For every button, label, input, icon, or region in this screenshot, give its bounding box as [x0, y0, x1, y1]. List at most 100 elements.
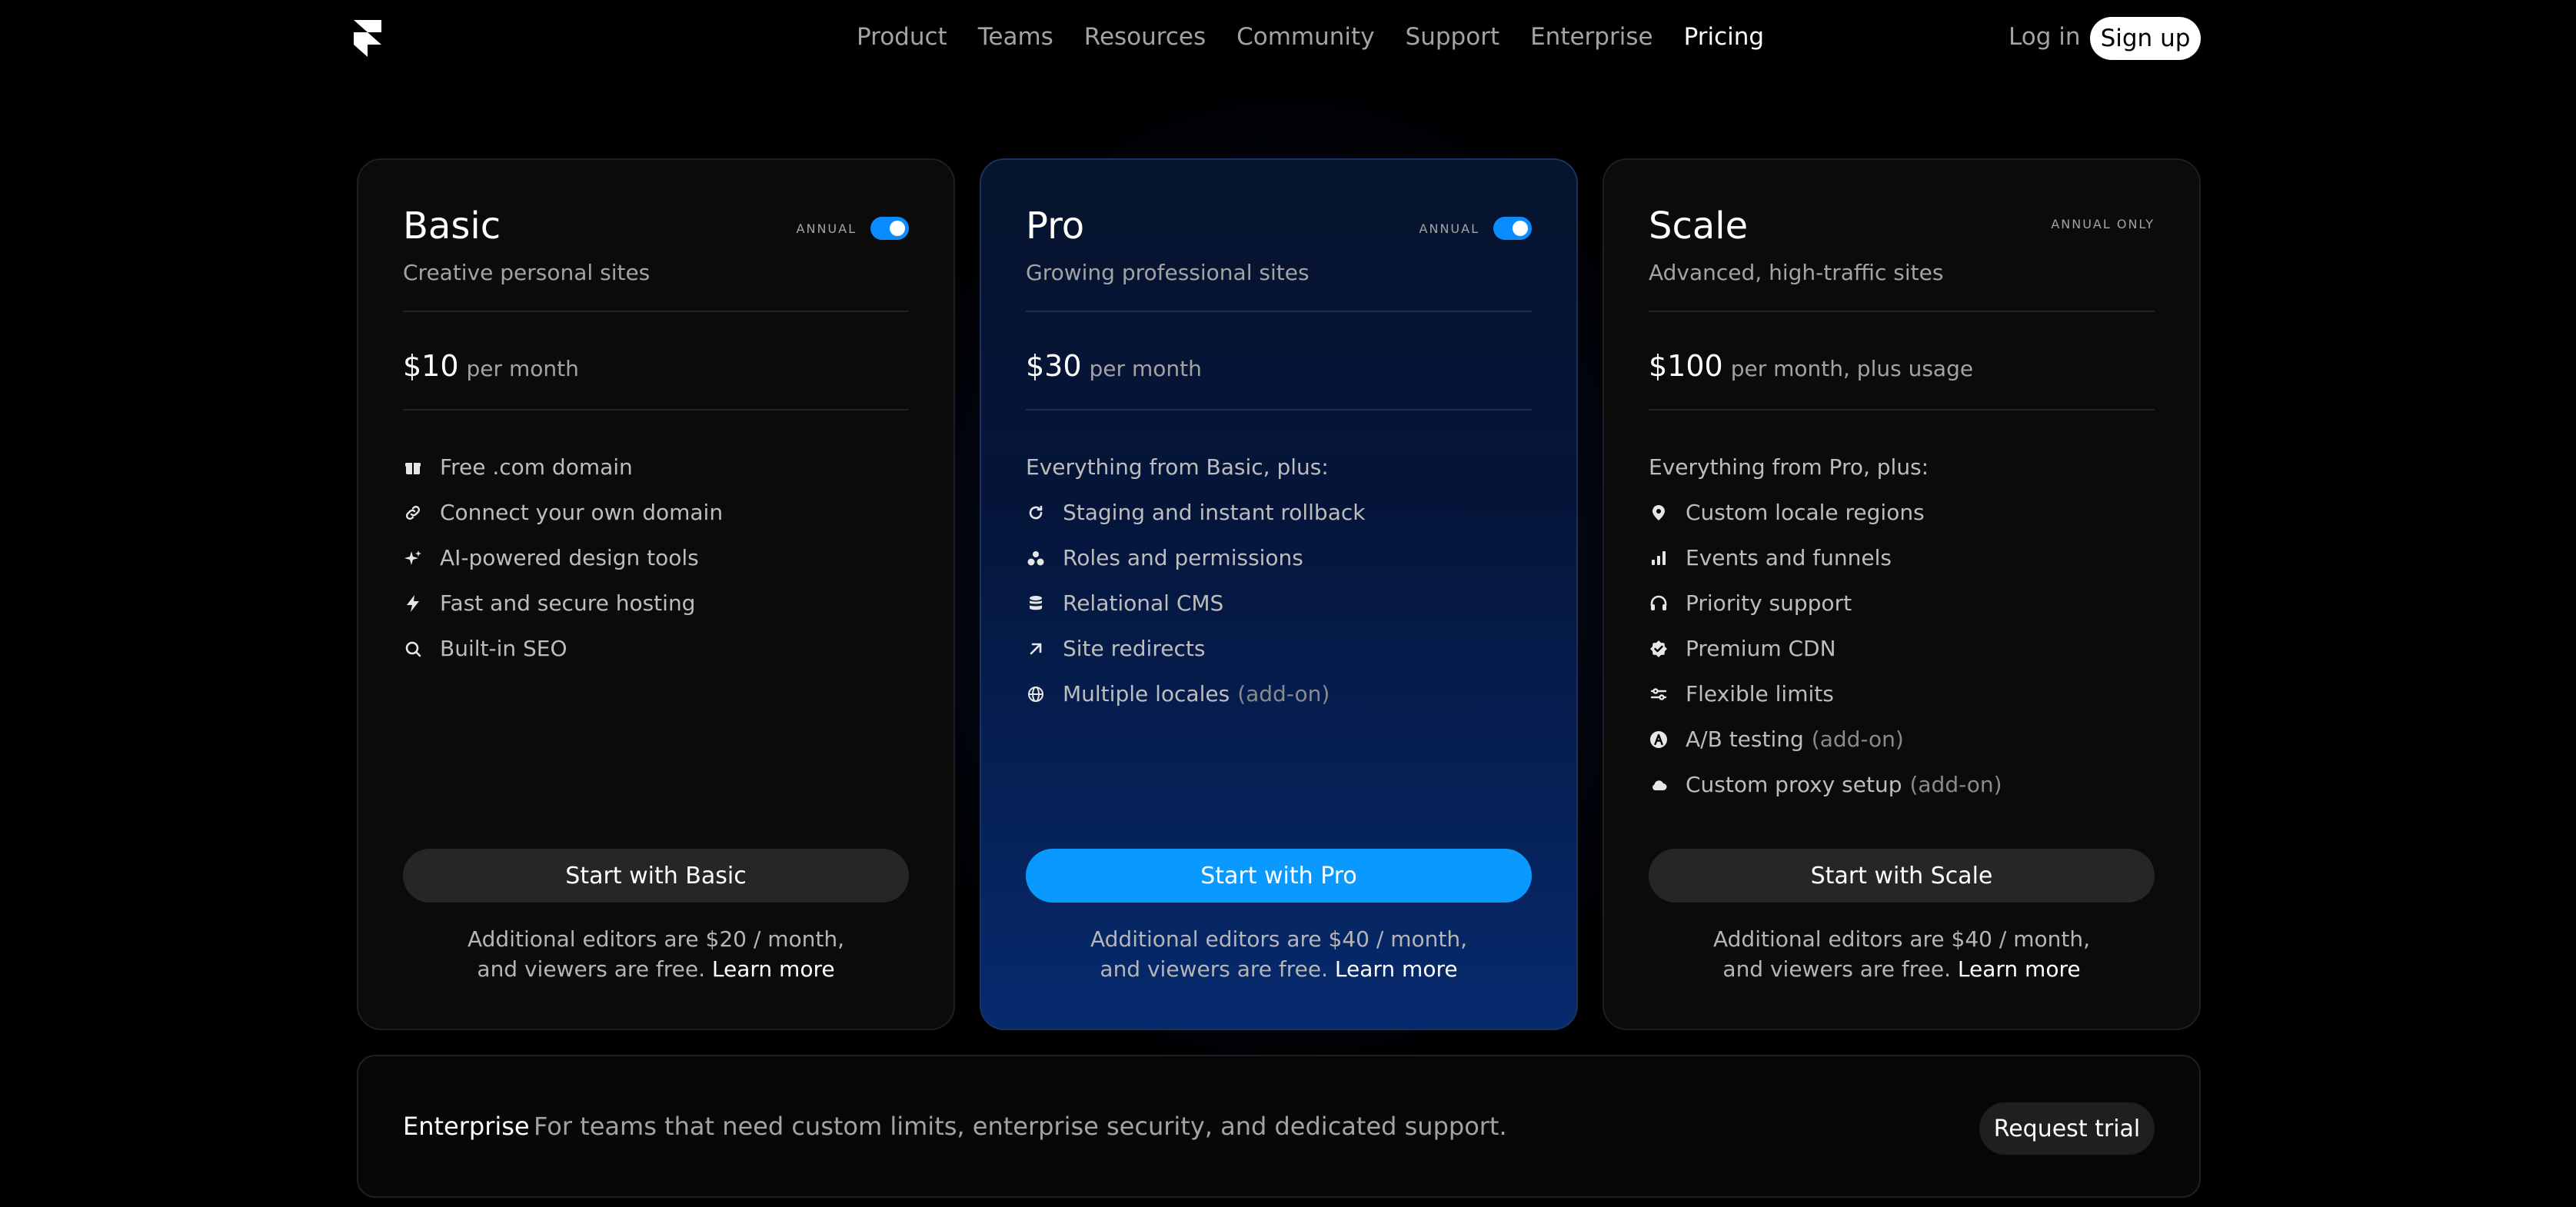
nav-link-product[interactable]: Product	[857, 23, 947, 51]
login-link[interactable]: Log in	[2009, 23, 2080, 51]
price-amount: $100	[1649, 349, 1723, 383]
request-trial-button[interactable]: Request trial	[1979, 1102, 2155, 1155]
learn-more-link[interactable]: Learn more	[712, 956, 835, 982]
users-icon	[1026, 548, 1046, 568]
price-amount: $10	[403, 349, 459, 383]
nav-link-resources[interactable]: Resources	[1084, 23, 1206, 51]
addon-label: (add-on)	[1909, 772, 2002, 797]
plan-card-pro: Pro Growing professional sites ANNUAL $30…	[980, 158, 1578, 1030]
plan-price: $30 per month	[1026, 349, 1202, 383]
editors-note: Additional editors are $40 / month, and …	[981, 924, 1576, 984]
note-line-1: Additional editors are $40 / month,	[1090, 926, 1467, 952]
plan-title: Pro	[1026, 204, 1085, 248]
bar-chart-icon	[1649, 548, 1669, 568]
top-nav: Product Teams Resources Community Suppor…	[0, 0, 2576, 77]
nav-link-enterprise[interactable]: Enterprise	[1530, 23, 1652, 51]
learn-more-link[interactable]: Learn more	[1335, 956, 1458, 982]
plan-card-scale: Scale Advanced, high-traffic sites ANNUAL…	[1603, 158, 2201, 1030]
feature-text: Priority support	[1686, 590, 1852, 616]
globe-icon	[1026, 684, 1046, 704]
feature-text: Custom locale regions	[1686, 500, 1925, 525]
headphones-icon	[1649, 594, 1669, 613]
feature-text: A/B testing	[1686, 727, 1804, 752]
database-icon	[1026, 594, 1046, 613]
nav-link-community[interactable]: Community	[1236, 23, 1374, 51]
plan-price: $100 per month, plus usage	[1649, 349, 1973, 383]
feature-item: Events and funnels	[1649, 535, 2168, 580]
search-icon	[403, 639, 423, 659]
plan-subtitle: Creative personal sites	[403, 260, 651, 285]
billing-label: ANNUAL ONLY	[2051, 217, 2155, 231]
feature-item: Relational CMS	[1026, 580, 1546, 626]
price-period: per month, plus usage	[1730, 356, 1974, 381]
addon-label: (add-on)	[1811, 727, 1904, 752]
feature-item: Site redirects	[1026, 626, 1546, 671]
plan-subtitle: Advanced, high-traffic sites	[1649, 260, 1944, 285]
feature-text: Built-in SEO	[440, 636, 567, 661]
note-line-1: Additional editors are $40 / month,	[1713, 926, 2090, 952]
plan-subtitle: Growing professional sites	[1026, 260, 1310, 285]
feature-item: Connect your own domain	[403, 490, 923, 535]
annual-toggle[interactable]	[1493, 217, 1532, 240]
price-period: per month	[1089, 356, 1202, 381]
start-scale-button[interactable]: Start with Scale	[1649, 849, 2155, 903]
note-line-2: and viewers are free. Learn more	[358, 954, 954, 984]
feature-item: Priority support	[1649, 580, 2168, 626]
sparkle-icon	[403, 548, 423, 568]
map-pin-icon	[1649, 503, 1669, 523]
feature-text: Premium CDN	[1686, 636, 1836, 661]
divider	[1649, 409, 2155, 411]
billing-toggle-group: ANNUAL ONLY	[2051, 217, 2155, 231]
plan-card-basic: Basic Creative personal sites ANNUAL $10 p…	[357, 158, 955, 1030]
note-line-2-text: and viewers are free.	[1100, 956, 1328, 982]
start-basic-button[interactable]: Start with Basic	[403, 849, 909, 903]
billing-toggle-group: ANNUAL	[797, 217, 909, 240]
enterprise-description: For teams that need custom limits, enter…	[534, 1112, 1507, 1141]
editors-note: Additional editors are $20 / month, and …	[358, 924, 954, 984]
feature-item: Roles and permissions	[1026, 535, 1546, 580]
feature-item: Staging and instant rollback	[1026, 490, 1546, 535]
enterprise-banner: Enterprise For teams that need custom li…	[357, 1055, 2201, 1198]
sliders-icon	[1649, 684, 1669, 704]
note-line-1: Additional editors are $20 / month,	[468, 926, 844, 952]
feature-item: Custom proxy setup (add-on)	[1649, 762, 2168, 807]
lightning-icon	[403, 594, 423, 613]
signup-button[interactable]: Sign up	[2090, 17, 2201, 60]
note-line-2-text: and viewers are free.	[1722, 956, 1951, 982]
divider	[1026, 409, 1532, 411]
feature-item: Fast and secure hosting	[403, 580, 923, 626]
learn-more-link[interactable]: Learn more	[1958, 956, 2081, 982]
annual-toggle[interactable]	[870, 217, 909, 240]
start-pro-button[interactable]: Start with Pro	[1026, 849, 1532, 903]
note-line-2: and viewers are free. Learn more	[1604, 954, 2199, 984]
feature-text: Staging and instant rollback	[1063, 500, 1366, 525]
feature-text: Relational CMS	[1063, 590, 1224, 616]
note-line-2: and viewers are free. Learn more	[981, 954, 1576, 984]
feature-text: Flexible limits	[1686, 681, 1834, 707]
plan-title: Basic	[403, 204, 501, 248]
addon-label: (add-on)	[1237, 681, 1330, 707]
divider	[403, 311, 909, 312]
feature-text: Events and funnels	[1686, 545, 1892, 570]
ab-test-icon	[1649, 730, 1669, 750]
note-line-2-text: and viewers are free.	[477, 956, 705, 982]
feature-item: A/B testing (add-on)	[1649, 717, 2168, 762]
billing-toggle-group: ANNUAL	[1419, 217, 1532, 240]
feature-text: Site redirects	[1063, 636, 1206, 661]
feature-list: Everything from Basic, plus: Staging and…	[1026, 444, 1546, 717]
editors-note: Additional editors are $40 / month, and …	[1604, 924, 2199, 984]
feature-item: Premium CDN	[1649, 626, 2168, 671]
billing-label: ANNUAL	[796, 221, 857, 236]
nav-link-pricing[interactable]: Pricing	[1684, 23, 1765, 51]
framer-logo-icon[interactable]	[354, 20, 381, 57]
feature-item: Multiple locales (add-on)	[1026, 671, 1546, 717]
price-period: per month	[466, 356, 579, 381]
billing-label: ANNUAL	[1419, 221, 1479, 236]
feature-text: Connect your own domain	[440, 500, 724, 525]
feature-item: Flexible limits	[1649, 671, 2168, 717]
nav-link-support[interactable]: Support	[1406, 23, 1500, 51]
feature-intro: Everything from Basic, plus:	[1026, 454, 1329, 480]
nav-link-teams[interactable]: Teams	[978, 23, 1053, 51]
cloud-icon	[1649, 775, 1669, 795]
gift-icon	[403, 457, 423, 477]
